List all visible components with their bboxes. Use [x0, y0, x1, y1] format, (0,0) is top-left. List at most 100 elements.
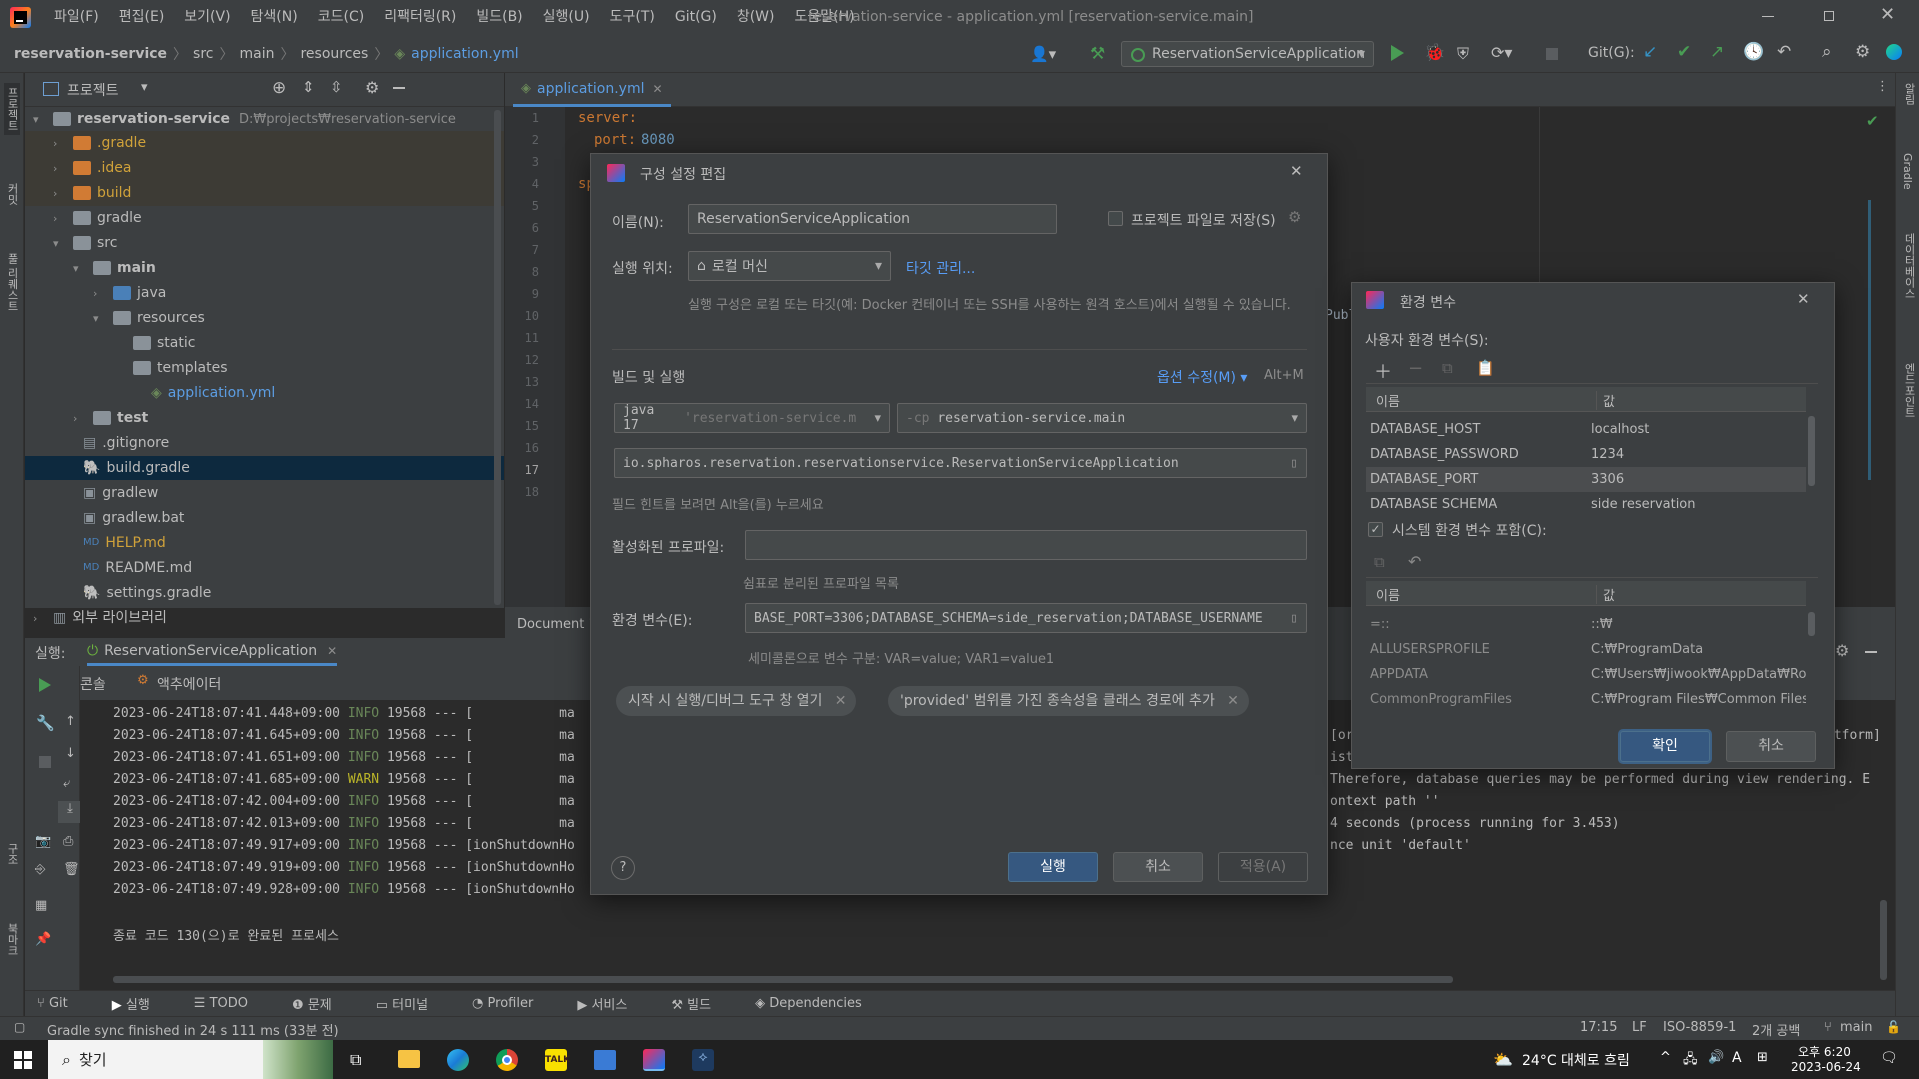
option-chip-provided-scope[interactable]: 'provided' 범위를 가진 종속성을 클래스 경로에 추가 ✕ [888, 686, 1249, 716]
menu-code[interactable]: 코드(C) [308, 0, 374, 35]
tree-item-main[interactable]: ▾ main [73, 256, 156, 280]
col-name-header[interactable]: 이름 [1376, 585, 1400, 604]
close-dialog-icon[interactable]: ✕ [1290, 162, 1303, 180]
env-var-row[interactable]: CommonProgramFiles C:₩Program Files₩Commo… [1366, 687, 1806, 712]
option-chip-open-tool-window[interactable]: 시작 시 실행/디버그 도구 창 열기 ✕ [616, 686, 857, 716]
scroll-up-icon[interactable]: ↑ [65, 714, 76, 729]
print-icon[interactable]: ⎙ [63, 834, 73, 849]
bottom-tab-services[interactable]: ▶ 서비스 [577, 994, 649, 1013]
menu-edit[interactable]: 편집(E) [109, 0, 175, 35]
wrench-icon[interactable]: 🔧 [36, 714, 55, 732]
tree-item-idea[interactable]: › .idea [53, 156, 131, 180]
rerun-icon[interactable] [39, 678, 51, 692]
tree-item-src[interactable]: ▾ src [53, 231, 117, 255]
stripe-notifications[interactable]: 알림 [1901, 83, 1917, 105]
env-var-row[interactable]: APPDATA C:₩Users₩jiwook₩AppData₩Ro... [1366, 662, 1806, 687]
scroll-down-icon[interactable]: ↓ [65, 746, 76, 761]
trash-icon[interactable]: 🗑 [63, 862, 80, 877]
edit-env-icon[interactable]: ▯ [1290, 611, 1298, 626]
col-value-header[interactable]: 값 [1596, 391, 1615, 410]
remove-chip-icon[interactable]: ✕ [1227, 686, 1239, 716]
col-value-header[interactable]: 값 [1596, 585, 1615, 604]
project-view-title[interactable]: 프로젝트 [67, 80, 119, 100]
run-settings-gear-icon[interactable]: ⚙ [1835, 641, 1849, 660]
locate-file-icon[interactable]: ⊕ [272, 78, 286, 98]
tree-item-gradlew-bat[interactable]: ▣ gradlew.bat [83, 506, 184, 530]
breadcrumb-main[interactable]: main [240, 46, 275, 62]
env-var-row[interactable]: DATABASE SCHEMA side reservation [1366, 492, 1806, 517]
edge-icon[interactable] [447, 1049, 469, 1071]
restore-button[interactable] [1824, 11, 1834, 21]
run-tab[interactable]: ⏻ ReservationServiceApplication ✕ [87, 638, 338, 666]
notification-icon[interactable]: 🗨 [1880, 1050, 1898, 1066]
breadcrumb-resources[interactable]: resources [300, 46, 368, 62]
stop-icon[interactable] [1546, 48, 1558, 60]
git-update-icon[interactable]: ↙ [1643, 42, 1657, 62]
menu-refactor[interactable]: 리팩터링(R) [374, 0, 466, 35]
tree-item-external-libs[interactable]: › ▥ 외부 라이브러리 [33, 606, 167, 630]
store-icon[interactable] [594, 1050, 616, 1070]
panel-options-gear-icon[interactable]: ⚙ [365, 78, 379, 97]
copy-icon[interactable]: ⧉ [1374, 553, 1385, 571]
bottom-tab-git[interactable]: ⑂ Git [37, 996, 90, 1011]
editor-tab-application-yml[interactable]: ◈ application.yml ✕ [513, 73, 671, 107]
reset-icon[interactable]: ↶ [1408, 552, 1421, 571]
profiler-icon[interactable]: ⟳▾ [1491, 43, 1512, 62]
breadcrumb-file[interactable]: application.yml [411, 46, 519, 62]
status-encoding[interactable]: ISO-8859-1 [1663, 1020, 1736, 1035]
status-indent[interactable]: 2개 공백 [1752, 1020, 1800, 1039]
tree-item-gradlew[interactable]: ▣ gradlew [83, 481, 158, 505]
breadcrumb-src[interactable]: src [193, 46, 213, 62]
pin-icon[interactable]: 📌 [35, 932, 51, 947]
close-dialog-icon[interactable]: ✕ [1797, 290, 1810, 308]
tree-item-gitignore[interactable]: ▤ .gitignore [83, 431, 169, 455]
stripe-endpoints[interactable]: 엔드포인트 [1901, 363, 1917, 418]
user-vars-scrollbar[interactable] [1808, 416, 1815, 486]
stripe-bookmarks[interactable]: 북마크 [4, 923, 20, 956]
menu-view[interactable]: 보기(V) [174, 0, 240, 35]
manage-targets-link[interactable]: 타깃 관리... [906, 258, 975, 278]
stripe-project[interactable]: 프로젝트 [4, 83, 20, 135]
tree-item-java[interactable]: › java [93, 281, 166, 305]
tree-item-templates[interactable]: templates [133, 356, 228, 380]
ok-button[interactable]: 확인 [1620, 731, 1710, 762]
tree-item-build-gradle[interactable]: 🐘 build.gradle [25, 456, 504, 480]
clock-date[interactable]: 2023-06-24 [1791, 1060, 1861, 1074]
env-cancel-button[interactable]: 취소 [1726, 731, 1816, 762]
add-icon[interactable]: ＋ [1374, 358, 1392, 384]
stripe-database[interactable]: 데이터베이스 [1901, 233, 1917, 299]
paste-icon[interactable]: 📋 [1476, 359, 1495, 377]
task-view-icon[interactable]: ⧉ [350, 1050, 361, 1070]
tab-console[interactable]: 콘솔 [80, 674, 106, 703]
hide-run-panel-icon[interactable] [1865, 651, 1877, 653]
menu-file[interactable]: 파일(F) [44, 0, 109, 35]
console-h-scrollbar[interactable] [113, 976, 1453, 983]
menu-run[interactable]: 실행(U) [533, 0, 600, 35]
tab-actuator[interactable]: 액추에이터 [157, 674, 221, 694]
keyboard-layout-icon[interactable]: ⊞ [1757, 1050, 1768, 1065]
menu-navigate[interactable]: 탐색(N) [241, 0, 308, 35]
windows-start-icon[interactable] [14, 1051, 32, 1069]
ime-indicator[interactable]: A [1732, 1050, 1742, 1066]
tree-item-static[interactable]: static [133, 331, 195, 355]
bottom-tab-dependencies[interactable]: ◈ Dependencies [755, 996, 884, 1011]
tree-item-resources[interactable]: ▾ resources [93, 306, 205, 330]
debug-icon[interactable]: 🐞 [1424, 43, 1445, 63]
menu-git[interactable]: Git(G) [665, 0, 727, 35]
editor-scrollbar[interactable] [1868, 200, 1871, 480]
status-caret-position[interactable]: 17:15 [1580, 1020, 1617, 1035]
chrome-icon[interactable] [496, 1049, 518, 1071]
tree-item-build[interactable]: › build [53, 181, 131, 205]
status-layout-icon[interactable]: ▢ [14, 1020, 25, 1034]
store-as-file-checkbox[interactable] [1108, 211, 1123, 226]
menu-window[interactable]: 창(W) [727, 0, 785, 35]
close-tab-icon[interactable]: ✕ [327, 644, 337, 658]
jetbrains-ai-icon[interactable] [1886, 44, 1902, 60]
help-button[interactable]: ? [611, 856, 635, 880]
stripe-structure[interactable]: 구조 [4, 843, 20, 865]
stripe-gradle[interactable]: Gradle [1901, 153, 1914, 190]
soft-wrap-icon[interactable]: ⤶ [63, 776, 70, 791]
apply-button[interactable]: 적용(A) [1218, 852, 1308, 882]
env-var-row[interactable]: DATABASE_HOST localhost [1366, 417, 1806, 442]
bottom-tab-run[interactable]: ▶ 실행 [112, 994, 172, 1013]
